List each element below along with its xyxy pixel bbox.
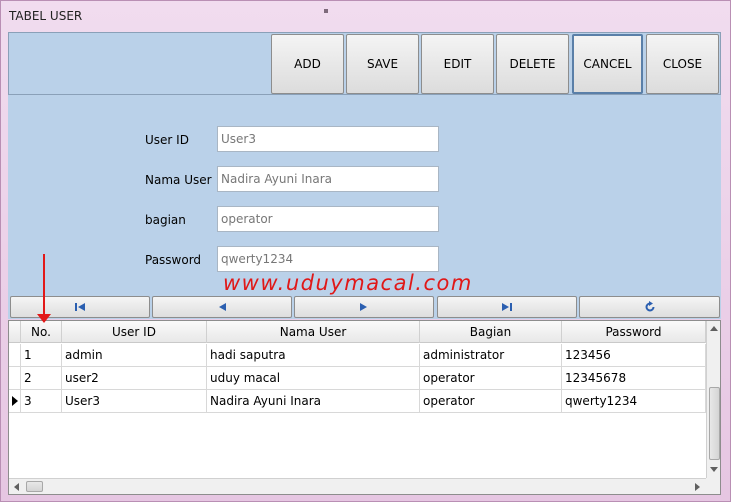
- edit-button[interactable]: EDIT: [421, 34, 494, 94]
- bagian-label: bagian: [145, 213, 186, 227]
- window-title: TABEL USER: [9, 9, 83, 23]
- close-button[interactable]: CLOSE: [646, 34, 719, 94]
- column-header-password[interactable]: Password: [562, 321, 706, 343]
- refresh-icon: [645, 301, 654, 312]
- watermark-text: www.uduymacal.com: [223, 271, 473, 295]
- title-bar[interactable]: TABEL USER: [1, 1, 730, 31]
- cell-password[interactable]: 12345678: [562, 367, 706, 389]
- scroll-up-icon[interactable]: [710, 326, 718, 331]
- cell-password[interactable]: 123456: [562, 344, 706, 366]
- cell-password[interactable]: qwerty1234: [562, 390, 706, 412]
- cell-nama-user[interactable]: hadi saputra: [207, 344, 420, 366]
- next-record-button[interactable]: [294, 296, 434, 318]
- row-selector[interactable]: [9, 390, 21, 412]
- annotation-arrow-line: [43, 254, 45, 316]
- current-row-indicator-icon: [12, 396, 18, 406]
- save-button[interactable]: SAVE: [346, 34, 419, 94]
- column-header-bagian[interactable]: Bagian: [420, 321, 562, 343]
- cancel-button[interactable]: CANCEL: [572, 34, 643, 94]
- refresh-button[interactable]: [579, 296, 720, 318]
- scroll-right-icon[interactable]: [695, 483, 700, 491]
- table-row-current[interactable]: 3 User3 Nadira Ayuni Inara operator qwer…: [9, 390, 706, 413]
- cell-nama-user[interactable]: Nadira Ayuni Inara: [207, 390, 420, 412]
- scrollbar-corner: [706, 478, 720, 494]
- cell-user-id[interactable]: User3: [62, 390, 207, 412]
- user-id-field[interactable]: User3: [217, 126, 439, 152]
- row-selector[interactable]: [9, 367, 21, 389]
- scroll-left-icon[interactable]: [14, 483, 19, 491]
- column-header-nama-user[interactable]: Nama User: [207, 321, 420, 343]
- add-button[interactable]: ADD: [271, 34, 344, 94]
- row-header-corner: [9, 321, 21, 343]
- password-label: Password: [145, 253, 202, 267]
- cell-no[interactable]: 1: [21, 344, 62, 366]
- user-id-label: User ID: [145, 133, 189, 147]
- previous-record-icon: [219, 303, 226, 311]
- first-record-button[interactable]: [10, 296, 150, 318]
- record-navigator: [8, 295, 721, 319]
- last-record-button[interactable]: [437, 296, 577, 318]
- table-header: No. User ID Nama User Bagian Password: [9, 321, 706, 343]
- vertical-scrollbar[interactable]: [706, 321, 720, 478]
- annotation-arrow-down-icon: [37, 314, 51, 323]
- vertical-scroll-thumb[interactable]: [709, 387, 720, 460]
- cell-user-id[interactable]: user2: [62, 367, 207, 389]
- horizontal-scrollbar[interactable]: [9, 478, 706, 494]
- first-record-icon: [75, 303, 85, 311]
- delete-button[interactable]: DELETE: [496, 34, 569, 94]
- title-bar-mark: [324, 9, 328, 13]
- column-header-user-id[interactable]: User ID: [62, 321, 207, 343]
- table-row[interactable]: 1 admin hadi saputra administrator 12345…: [9, 344, 706, 367]
- user-form: User ID User3 Nama User Nadira Ayuni Ina…: [8, 95, 721, 295]
- bagian-field[interactable]: operator: [217, 206, 439, 232]
- password-field[interactable]: qwerty1234: [217, 246, 439, 272]
- next-record-icon: [360, 303, 367, 311]
- tabel-user-window: TABEL USER ADD SAVE EDIT DELETE CANCEL C…: [0, 0, 731, 502]
- cell-nama-user[interactable]: uduy macal: [207, 367, 420, 389]
- column-header-no[interactable]: No.: [21, 321, 62, 343]
- cell-bagian[interactable]: operator: [420, 390, 562, 412]
- table-row[interactable]: 2 user2 uduy macal operator 12345678: [9, 367, 706, 390]
- cell-user-id[interactable]: admin: [62, 344, 207, 366]
- nama-user-field[interactable]: Nadira Ayuni Inara: [217, 166, 439, 192]
- cell-no[interactable]: 3: [21, 390, 62, 412]
- row-selector[interactable]: [9, 344, 21, 366]
- toolbar: ADD SAVE EDIT DELETE CANCEL CLOSE: [8, 32, 721, 95]
- scroll-down-icon[interactable]: [710, 467, 718, 472]
- previous-record-button[interactable]: [152, 296, 292, 318]
- nama-user-label: Nama User: [145, 173, 212, 187]
- cell-no[interactable]: 2: [21, 367, 62, 389]
- cell-bagian[interactable]: operator: [420, 367, 562, 389]
- last-record-icon: [502, 303, 512, 311]
- horizontal-scroll-thumb[interactable]: [26, 481, 43, 492]
- cell-bagian[interactable]: administrator: [420, 344, 562, 366]
- user-table: No. User ID Nama User Bagian Password 1 …: [8, 320, 721, 495]
